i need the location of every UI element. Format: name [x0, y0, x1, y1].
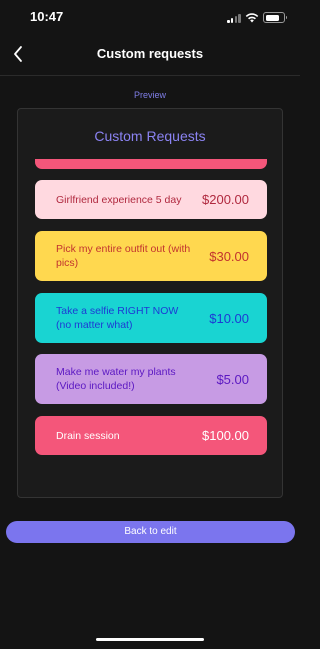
preview-card: Custom Requests Girlfriend experience 5 …	[17, 108, 283, 498]
screen: 10:47 Custom requests Preview Custom Req…	[0, 0, 300, 649]
back-to-edit-button[interactable]: Back to edit	[6, 521, 295, 543]
request-price: $200.00	[202, 192, 249, 207]
request-description: Pick my entire outfit out (with pics)	[56, 243, 191, 269]
request-item[interactable]: Make me water my plants (Video included!…	[35, 354, 267, 404]
page-title: Custom requests	[96, 46, 204, 61]
request-description: Take a selfie RIGHT NOW (no matter what)	[56, 305, 179, 331]
status-time: 10:47	[30, 9, 64, 24]
request-description: Make me water my plants (Video included!…	[56, 366, 176, 392]
request-price: $30.00	[209, 248, 249, 264]
request-price: $10.00	[209, 310, 249, 326]
request-item[interactable]: Take a selfie RIGHT NOW (no matter what)…	[35, 293, 267, 343]
preview-label: Preview	[133, 90, 166, 100]
request-description: Drain session	[56, 429, 120, 442]
wifi-icon	[245, 13, 259, 23]
request-item[interactable]: Drain session $100.00	[35, 416, 267, 455]
cellular-signal-icon	[227, 13, 241, 23]
request-item[interactable]: Pick my entire outfit out (with pics) $3…	[35, 231, 267, 281]
request-price: $5.00	[216, 371, 249, 387]
card-title: Custom Requests	[94, 128, 206, 144]
request-description: Girlfriend experience 5 day	[56, 193, 182, 206]
request-item-partial	[35, 159, 267, 169]
home-indicator	[96, 638, 204, 641]
battery-icon	[263, 12, 287, 23]
status-bar: 10:47	[0, 0, 300, 34]
request-price: $100.00	[202, 428, 249, 443]
request-item[interactable]: Girlfriend experience 5 day $200.00	[35, 180, 267, 219]
nav-bar: Custom requests	[0, 34, 300, 76]
